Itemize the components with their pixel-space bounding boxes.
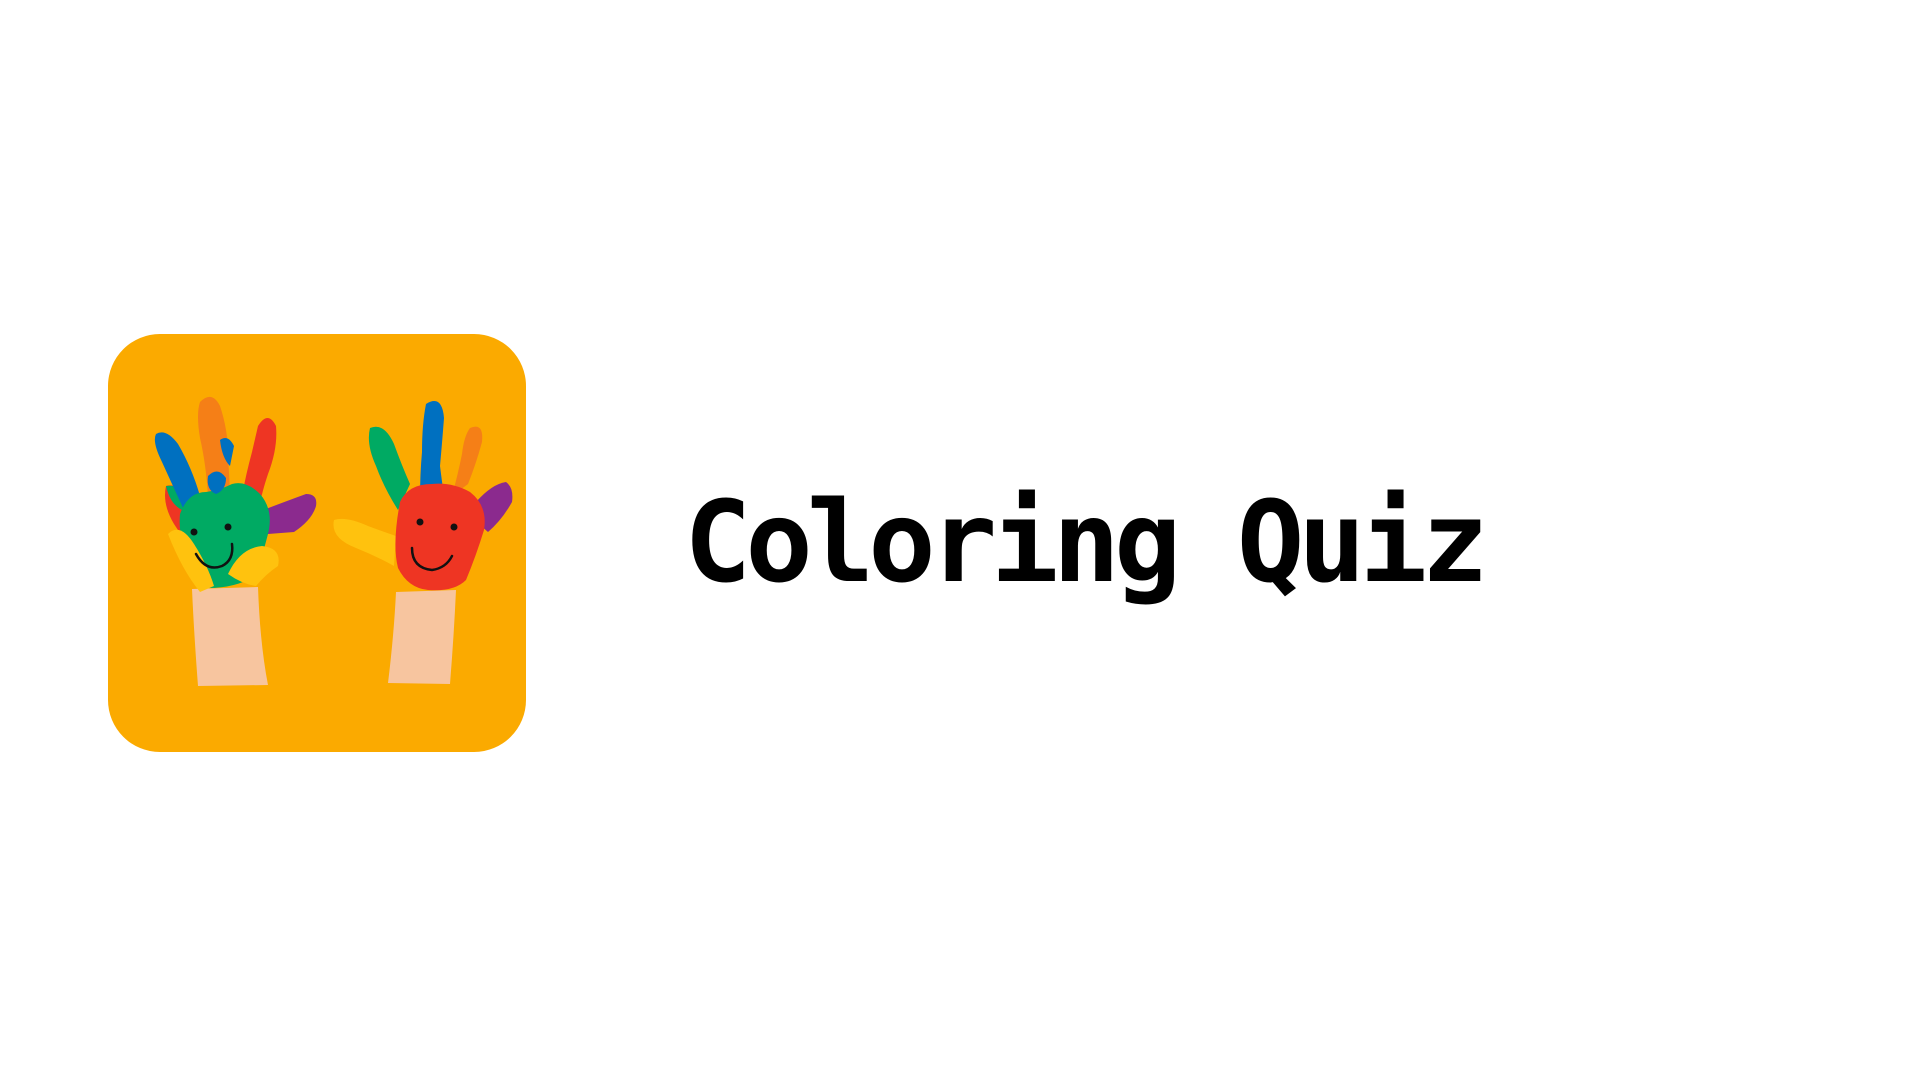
- splash-screen: Coloring Quiz: [0, 0, 1920, 1080]
- app-logo: [108, 334, 526, 752]
- painted-hands-icon: [154, 396, 513, 686]
- app-title: Coloring Quiz: [684, 478, 1489, 608]
- left-hand: [154, 396, 317, 686]
- right-hand: [333, 401, 513, 684]
